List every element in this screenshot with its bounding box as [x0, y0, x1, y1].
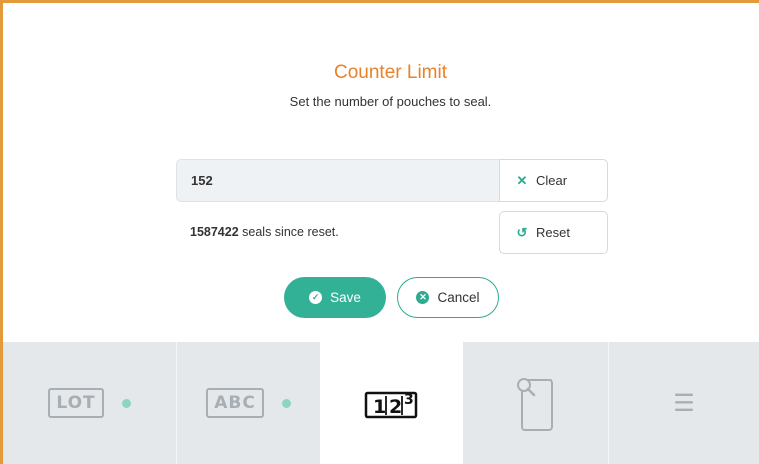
tab-menu[interactable]: ☰ — [609, 342, 759, 464]
counter-icon: 1 2 3 — [364, 391, 417, 419]
tab-lot[interactable]: LOT — [3, 342, 176, 464]
counter-limit-input[interactable] — [176, 159, 500, 202]
seals-since-reset: 1587422 seals since reset. — [190, 225, 339, 239]
cancel-button[interactable]: ✕ Cancel — [397, 277, 499, 318]
lot-status-dot — [121, 398, 131, 408]
seals-suffix: seals since reset. — [238, 225, 339, 239]
reset-button-label: Reset — [536, 225, 570, 240]
dialog-title: Counter Limit — [334, 62, 447, 83]
frame-border-top — [0, 0, 759, 3]
svg-text:3: 3 — [404, 392, 414, 408]
x-icon: ✕ — [516, 172, 528, 188]
undo-icon: ↺ — [516, 224, 528, 240]
seals-count: 1587422 — [190, 225, 239, 239]
save-button-label: Save — [330, 290, 361, 305]
clear-button-label: Clear — [536, 173, 568, 188]
save-button[interactable]: ✓ Save — [284, 277, 386, 318]
lot-icon: LOT — [48, 388, 104, 418]
x-circle-icon: ✕ — [416, 291, 430, 304]
svg-text:1: 1 — [373, 396, 386, 418]
tab-counter[interactable]: 1 2 3 — [320, 342, 463, 464]
tab-abc[interactable]: ABC — [177, 342, 320, 464]
pouch-search-icon — [516, 378, 553, 431]
abc-icon: ABC — [206, 388, 264, 418]
menu-icon: ☰ — [673, 389, 695, 417]
dialog-subtitle: Set the number of pouches to seal. — [289, 94, 492, 109]
svg-text:2: 2 — [389, 396, 402, 418]
bottom-tab-bar: LOT ABC 1 2 3 ☰ — [3, 342, 759, 464]
reset-button[interactable]: ↺ Reset — [499, 211, 608, 254]
check-circle-icon: ✓ — [309, 291, 323, 304]
cancel-button-label: Cancel — [437, 290, 480, 305]
abc-status-dot — [281, 398, 291, 408]
tab-pouch[interactable] — [464, 342, 607, 464]
clear-button[interactable]: ✕ Clear — [499, 159, 608, 202]
